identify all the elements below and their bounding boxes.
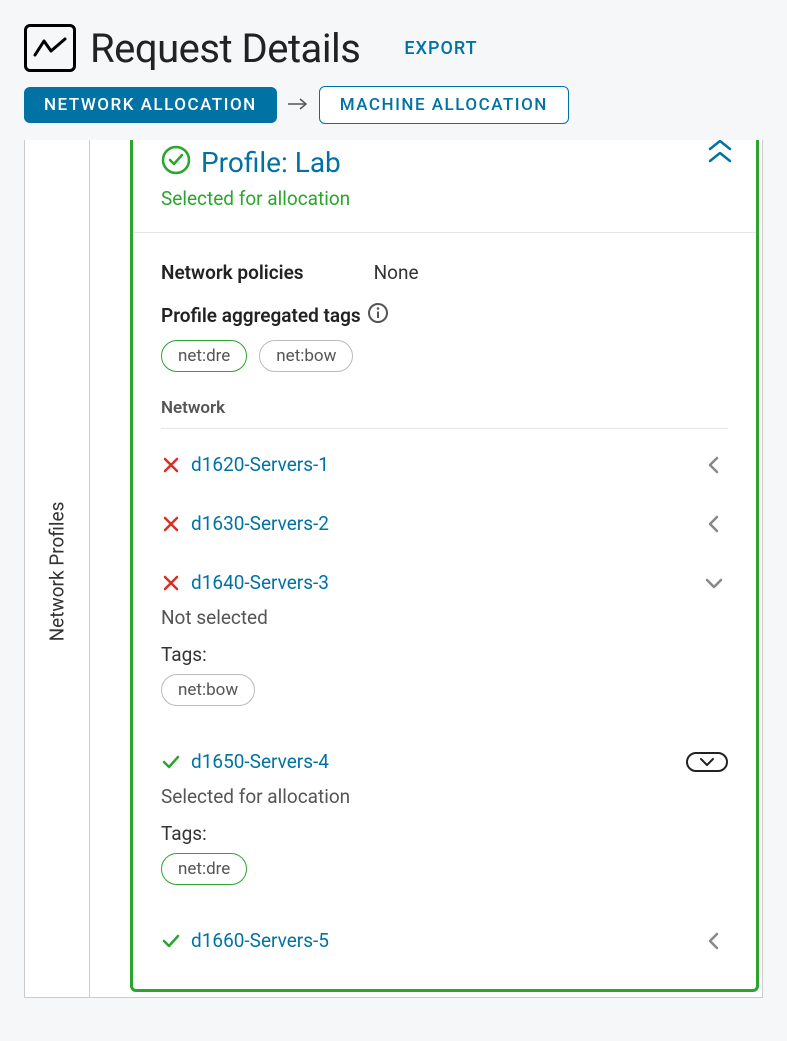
info-icon[interactable]: [367, 302, 389, 328]
network-name-link[interactable]: d1630-Servers-2: [191, 512, 690, 535]
profile-card: Profile: Lab Selected for allocation Net…: [130, 140, 759, 992]
profile-body: Network policies None Profile aggregated…: [133, 233, 756, 990]
x-icon: [161, 516, 181, 532]
network-item: d1630-Servers-2: [161, 494, 728, 553]
tab-network-allocation[interactable]: NETWORK ALLOCATION: [24, 87, 277, 123]
tags-label: Tags:: [161, 822, 728, 845]
network-name-link[interactable]: d1620-Servers-1: [191, 453, 690, 476]
tab-machine-allocation[interactable]: MACHINE ALLOCATION: [319, 86, 569, 124]
chevron-left-icon[interactable]: [700, 514, 728, 534]
network-section-label: Network: [161, 398, 728, 418]
arrow-right-icon: [287, 95, 309, 116]
check-circle-icon: [161, 145, 191, 179]
not-selected-title: Not selected: [161, 606, 728, 629]
not-selected-block: Not selected Tags: net:bow: [161, 606, 728, 706]
network-policies-label: Network policies: [161, 261, 304, 284]
chevron-left-icon[interactable]: [700, 931, 728, 951]
aggregated-tags-label: Profile aggregated tags: [161, 304, 361, 327]
chevron-left-icon[interactable]: [700, 455, 728, 475]
collapse-icon[interactable]: [706, 140, 734, 169]
network-name-link[interactable]: d1660-Servers-5: [191, 929, 690, 952]
tags-label: Tags:: [161, 643, 728, 666]
selected-block: Selected for allocation Tags: net:dre: [161, 785, 728, 885]
network-item: d1650-Servers-4: [161, 732, 728, 791]
network-policies-value: None: [374, 261, 419, 284]
network-item: d1640-Servers-3: [161, 553, 728, 612]
check-icon: [161, 933, 181, 949]
export-button[interactable]: EXPORT: [404, 38, 477, 59]
x-icon: [161, 575, 181, 591]
selected-title: Selected for allocation: [161, 785, 728, 808]
check-icon: [161, 754, 181, 770]
chevron-down-icon[interactable]: [700, 575, 728, 591]
allocation-tabs: NETWORK ALLOCATION MACHINE ALLOCATION: [0, 82, 787, 140]
tag-net-dre: net:dre: [161, 853, 247, 885]
network-name-link[interactable]: d1650-Servers-4: [191, 750, 676, 773]
expand-chip-icon[interactable]: [686, 752, 728, 772]
profile-header: Profile: Lab Selected for allocation: [133, 140, 756, 233]
tag-net-dre: net:dre: [161, 340, 247, 372]
tag-net-bow: net:bow: [259, 340, 353, 372]
tag-net-bow: net:bow: [161, 674, 255, 706]
profile-content: Profile: Lab Selected for allocation Net…: [90, 140, 762, 997]
page-title: Request Details: [90, 25, 360, 72]
network-name-link[interactable]: d1640-Servers-3: [191, 571, 690, 594]
network-item: d1660-Servers-5: [161, 911, 728, 970]
main-panel: Network Profiles Profile: Lab Selected f…: [24, 140, 763, 998]
profile-title: Profile: Lab: [201, 146, 341, 179]
sidebar-network-profiles[interactable]: Network Profiles: [25, 140, 90, 997]
network-item: d1620-Servers-1: [161, 435, 728, 494]
chart-icon: [24, 24, 76, 72]
sidebar-label: Network Profiles: [46, 502, 69, 642]
profile-selected-label: Selected for allocation: [161, 187, 728, 210]
page-header: Request Details EXPORT: [0, 0, 787, 82]
x-icon: [161, 457, 181, 473]
